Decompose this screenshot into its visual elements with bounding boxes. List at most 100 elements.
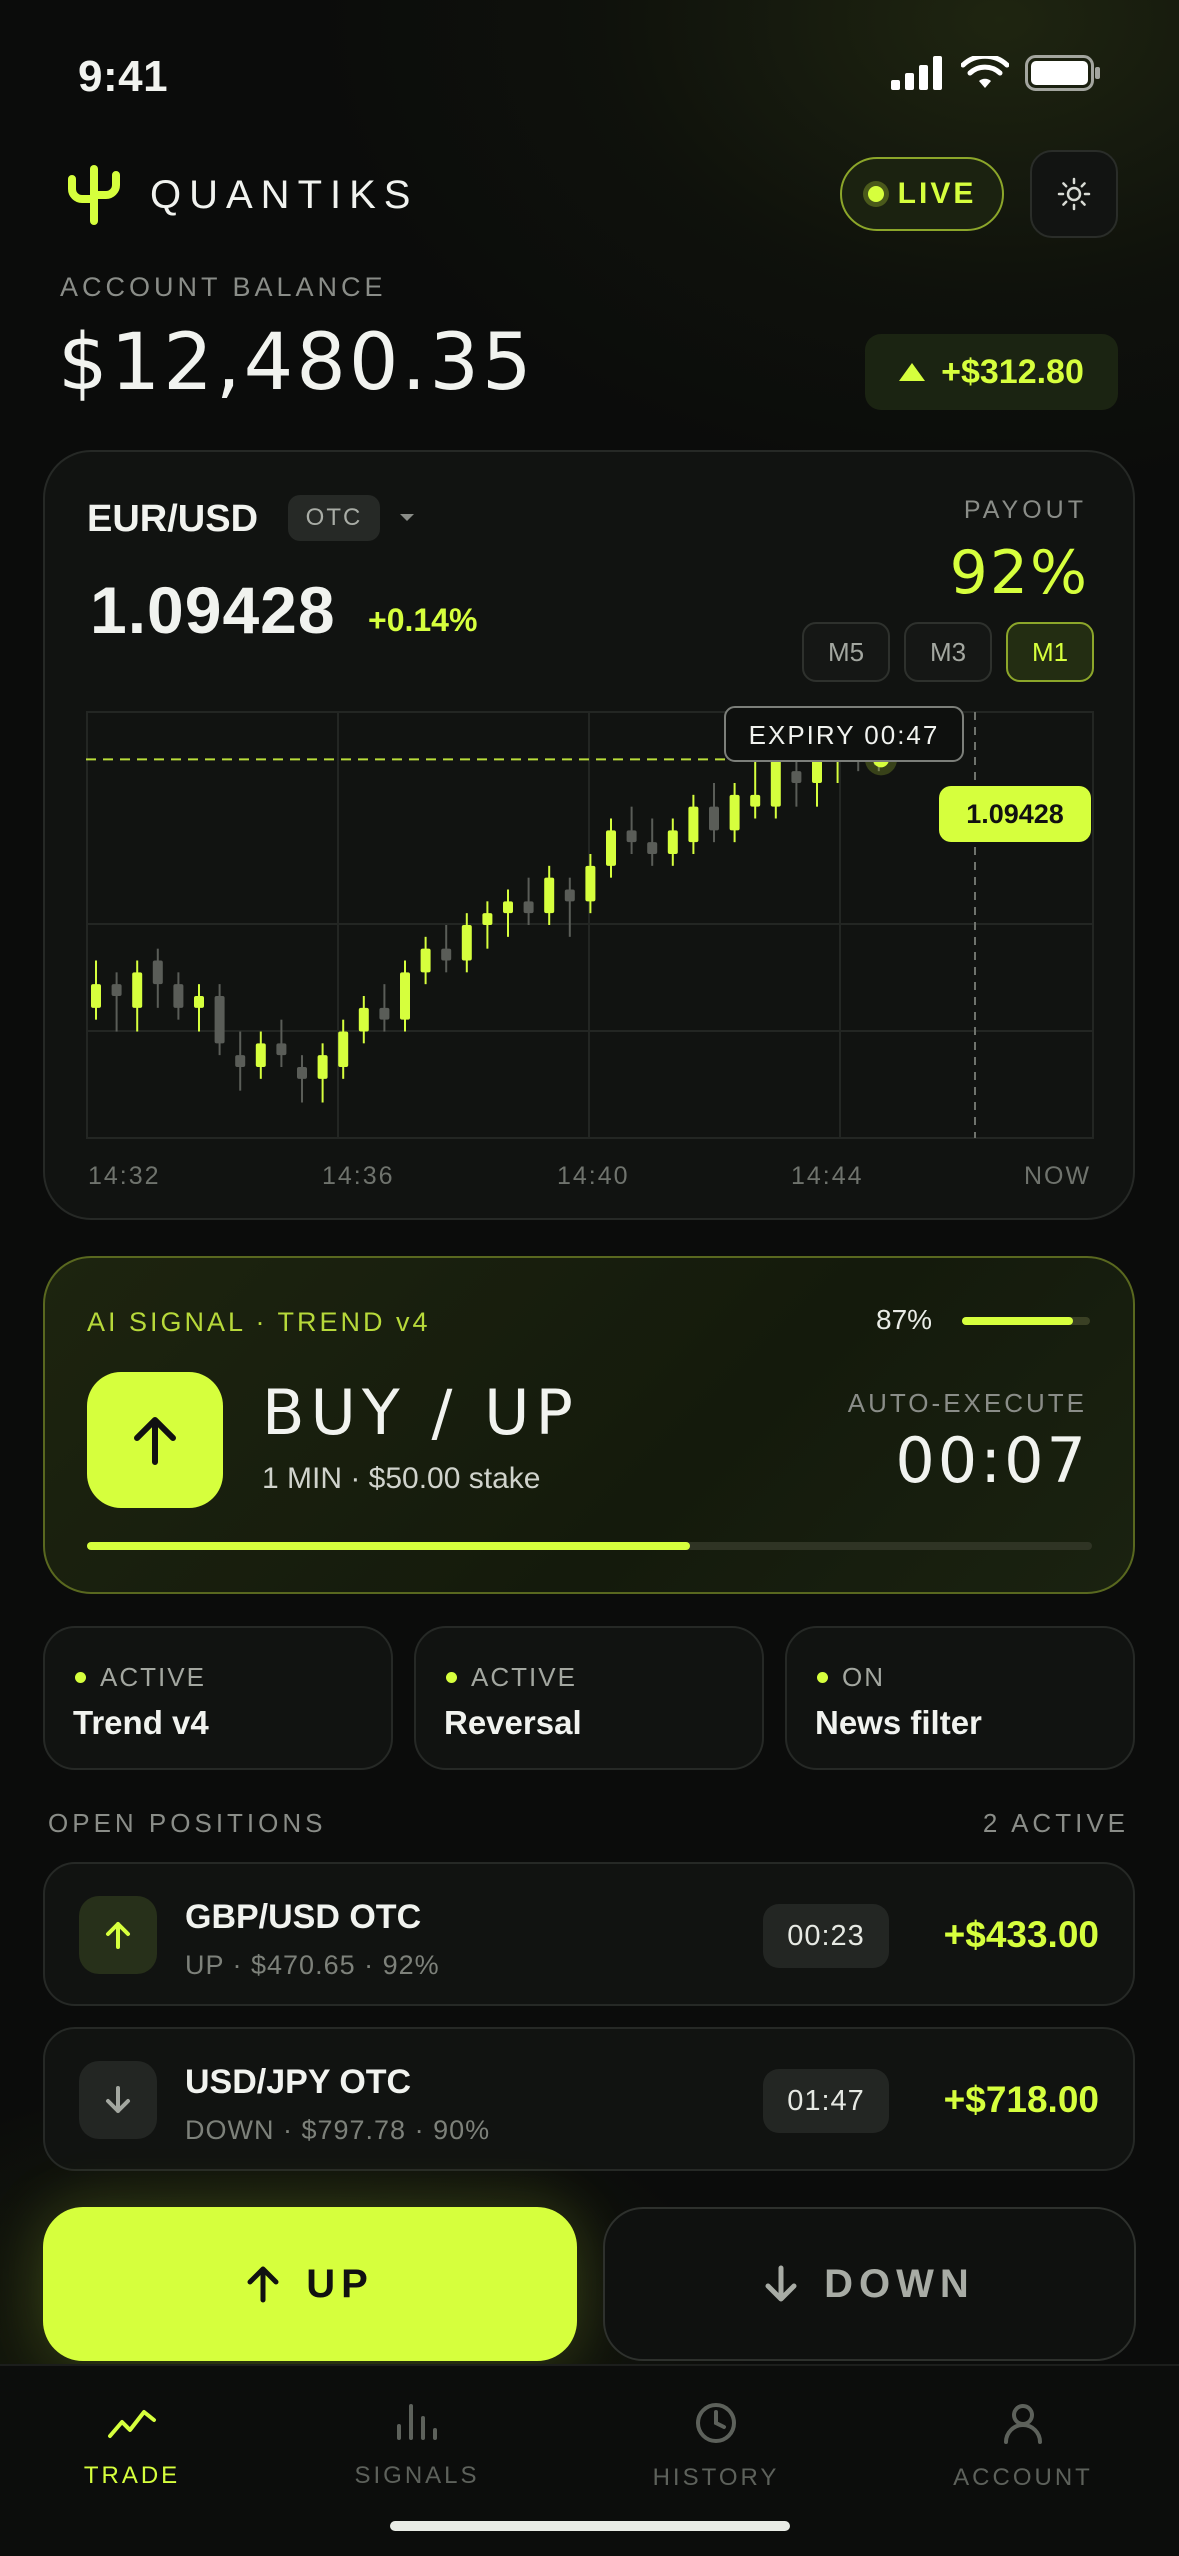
bars-icon [397, 2404, 437, 2440]
wifi-icon [961, 56, 1009, 88]
candle-body [255, 1043, 266, 1067]
candle-body [606, 830, 616, 866]
candle-body [667, 830, 678, 854]
candle-body [111, 984, 122, 996]
candle-body [173, 984, 184, 1008]
price-change: +0.14% [368, 602, 478, 638]
strategy-chip-news-filter[interactable]: ON News filter [785, 1626, 1135, 1770]
home-indicator [390, 2521, 790, 2531]
expiry-tooltip: EXPIRY 00:47 [724, 706, 964, 762]
trend-icon [108, 2410, 156, 2438]
candle-body [441, 948, 452, 961]
candle-body [482, 913, 493, 925]
tab-account[interactable]: ACCOUNT [913, 2402, 1133, 2492]
candle-body [400, 972, 410, 1020]
status-dot [75, 1672, 86, 1683]
status-icons [891, 55, 1101, 91]
candle-body [420, 948, 431, 973]
brand: QUANTIKS [66, 165, 418, 225]
time-label: 14:44 [791, 1162, 864, 1190]
candle-body [688, 806, 699, 843]
tab-label: HISTORY [652, 2464, 780, 2491]
candle-body [770, 759, 781, 807]
candle-body [503, 901, 513, 914]
strategy-chip-reversal[interactable]: ACTIVE Reversal [414, 1626, 764, 1770]
tab-signals[interactable]: SIGNALS [307, 2402, 527, 2490]
expiry-label: EXPIRY 00:47 [749, 720, 940, 750]
brand-name: QUANTIKS [150, 172, 419, 217]
candle-body [214, 996, 225, 1044]
timeframe-m1-button[interactable]: M1 [1006, 622, 1094, 682]
signal-label: AI SIGNAL · TREND v4 [87, 1307, 431, 1337]
trade-up-label: UP [306, 2261, 374, 2306]
candle-body [523, 901, 534, 914]
tab-label: SIGNALS [354, 2462, 480, 2489]
candle-body [317, 1055, 328, 1079]
chip-status: ACTIVE [471, 1662, 577, 1692]
candle-body [379, 1007, 390, 1020]
position-timer: 01:47 [763, 2069, 889, 2133]
auto-execute-label: AUTO-EXECUTE [847, 1388, 1087, 1418]
position-timer: 00:23 [763, 1904, 889, 1968]
strategy-chip-trend[interactable]: ACTIVE Trend v4 [43, 1626, 393, 1770]
time-label: 14:40 [557, 1162, 630, 1190]
live-indicator[interactable]: LIVE [840, 157, 1004, 231]
candle-body [152, 960, 163, 985]
current-price: 1.09428 [90, 573, 336, 647]
candle-body [544, 877, 555, 914]
positions-title: OPEN POSITIONS [48, 1808, 327, 1838]
position-row[interactable]: GBP/USD OTC UP · $470.65 · 92% 00:23 +$4… [43, 1862, 1135, 2006]
timeframe-m5-button[interactable]: M5 [802, 622, 890, 682]
arrow-up-icon [106, 1922, 130, 1949]
status-dot [817, 1672, 828, 1683]
signal-direction-badge [87, 1372, 223, 1508]
balance-label: ACCOUNT BALANCE [60, 272, 387, 302]
tab-label: ACCOUNT [953, 2464, 1093, 2491]
candle-body [194, 996, 204, 1008]
tab-trade[interactable]: TRADE [22, 2402, 242, 2490]
chip-name: News filter [815, 1704, 982, 1741]
balance-delta: +$312.80 [941, 352, 1084, 391]
time-label: 14:32 [88, 1162, 161, 1190]
trade-down-button[interactable]: DOWN [603, 2207, 1136, 2361]
candle-body [358, 1007, 369, 1032]
time-label-now: NOW [1024, 1162, 1092, 1190]
confidence-bar [962, 1317, 1090, 1325]
candle-body [564, 889, 575, 902]
chip-name: Reversal [444, 1704, 582, 1741]
status-dot [446, 1672, 457, 1683]
balance-value: $12,480.35 [58, 318, 535, 408]
arrow-down-icon [765, 2265, 797, 2302]
arrow-down-icon [106, 2086, 130, 2113]
settings-button[interactable] [1030, 150, 1118, 238]
trade-up-button[interactable]: UP [43, 2207, 577, 2361]
candle-body [750, 794, 761, 807]
candle-body [297, 1067, 307, 1079]
tab-history[interactable]: HISTORY [606, 2402, 826, 2492]
position-meta: DOWN · $797.78 · 90% [185, 2115, 491, 2145]
candlestick-chart[interactable]: EXPIRY 00:47 1.09428 [86, 700, 1094, 1140]
clock-icon [696, 2403, 736, 2443]
positions-count: 2 ACTIVE [982, 1808, 1129, 1838]
live-label: LIVE [897, 177, 977, 210]
position-pnl: +$433.00 [943, 1914, 1099, 1955]
chip-status: ACTIVE [100, 1662, 206, 1692]
trade-down-label: DOWN [824, 2261, 975, 2306]
payout-value: 92% [949, 538, 1089, 608]
timeframe-m3-button[interactable]: M3 [904, 622, 992, 682]
user-icon [1004, 2404, 1042, 2444]
otc-badge: OTC [288, 495, 380, 541]
balance-delta-badge: +$312.80 [865, 334, 1118, 410]
pair-selector-label[interactable]: EUR/USD [87, 498, 258, 541]
chevron-down-icon[interactable] [398, 512, 416, 524]
position-row[interactable]: USD/JPY OTC DOWN · $797.78 · 90% 01:47 +… [43, 2027, 1135, 2171]
triangle-up-icon [899, 363, 926, 381]
signal-confidence: 87% [876, 1304, 933, 1335]
signal-icon [891, 56, 942, 90]
candle-body [276, 1043, 287, 1056]
position-pnl: +$718.00 [943, 2079, 1099, 2120]
payout-label: PAYOUT [963, 496, 1087, 524]
candle-body [709, 806, 719, 831]
candle-body [132, 972, 143, 1008]
candle-body [812, 759, 822, 783]
